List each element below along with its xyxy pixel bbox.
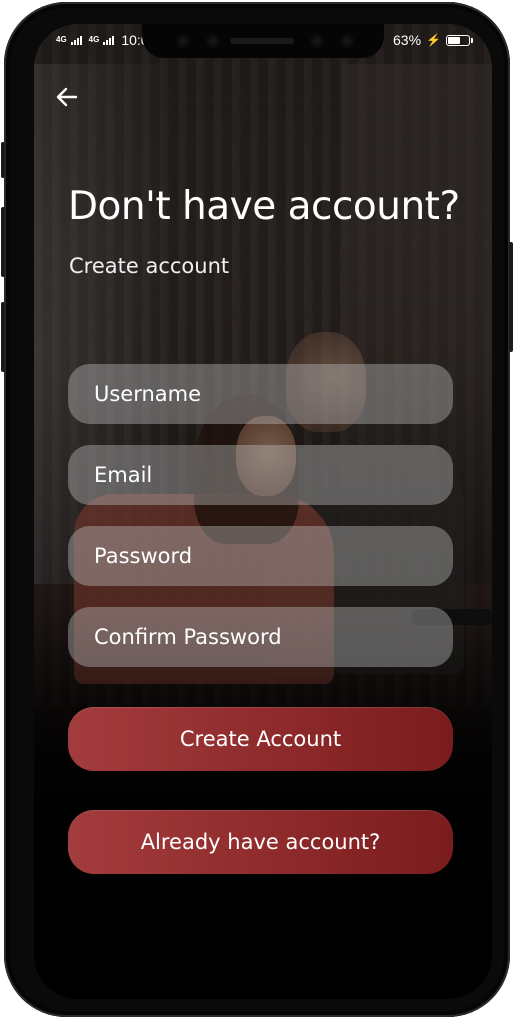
arrow-left-icon xyxy=(56,87,78,107)
earpiece-speaker xyxy=(230,38,294,44)
front-camera-icon xyxy=(176,34,190,48)
create-account-button[interactable]: Create Account xyxy=(68,707,453,771)
battery-level-fill xyxy=(448,36,460,44)
email-input[interactable] xyxy=(68,445,453,505)
signal-strength-icon-2 xyxy=(103,35,115,45)
already-have-account-button[interactable]: Already have account? xyxy=(68,810,453,874)
charging-bolt-icon: ⚡ xyxy=(426,33,441,47)
face-sensor-icon xyxy=(310,34,324,48)
phone-side-button-left-top xyxy=(1,142,5,178)
page-title: Don't have account? xyxy=(68,184,460,229)
battery-percent: 63% xyxy=(393,32,422,48)
proximity-sensor-icon xyxy=(340,34,354,48)
signal-strength-icon xyxy=(70,35,82,45)
password-input[interactable] xyxy=(68,526,453,586)
back-button[interactable] xyxy=(54,84,80,110)
phone-side-button-left-bottom xyxy=(1,302,5,372)
phone-side-button-left-middle xyxy=(1,207,5,277)
confirm-password-input[interactable] xyxy=(68,607,453,667)
username-input[interactable] xyxy=(68,364,453,424)
status-bar-right: 63% ⚡ xyxy=(393,32,473,48)
network-type-2: 4G xyxy=(88,35,100,44)
phone-side-button-right xyxy=(509,242,513,352)
camera-notch xyxy=(142,24,384,58)
page-subtitle: Create account xyxy=(69,254,230,278)
battery-icon xyxy=(446,34,473,46)
sensor-icon xyxy=(206,34,220,48)
app-screen: 4G 4G 10:04 63% ⚡ Don't have account? Cr xyxy=(34,24,492,999)
phone-frame: 4G 4G 10:04 63% ⚡ Don't have account? Cr xyxy=(1,2,513,1017)
network-type-1: 4G xyxy=(56,35,67,44)
